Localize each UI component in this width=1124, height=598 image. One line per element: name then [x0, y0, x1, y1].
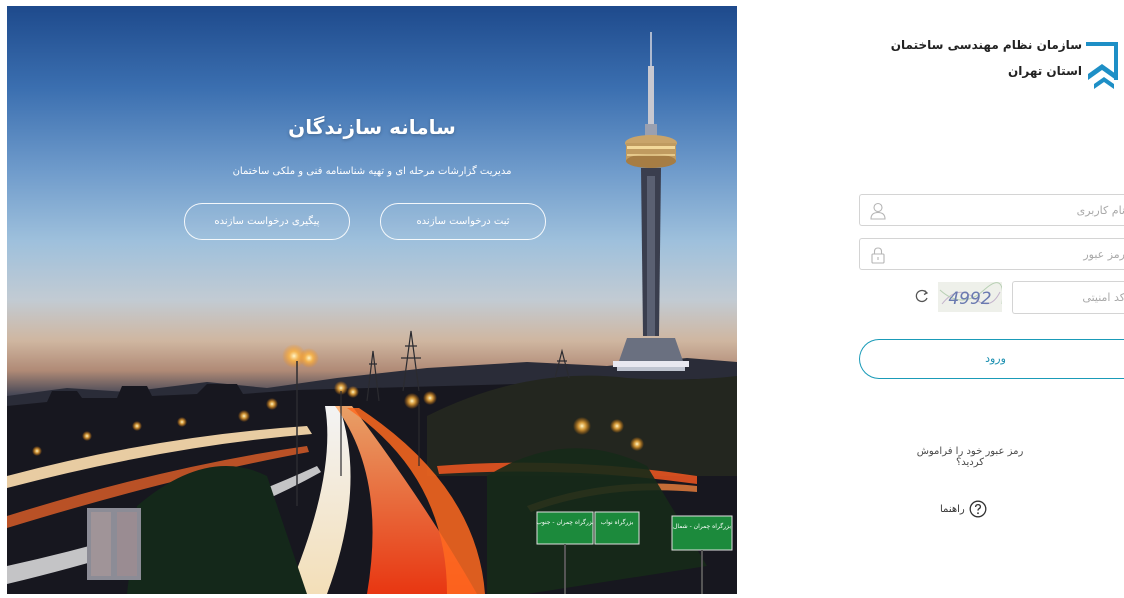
help-label: راهنما: [940, 503, 965, 515]
password-field[interactable]: [859, 238, 1124, 270]
hero-title: سامانه سازندگان: [288, 115, 456, 139]
logo-title-line1: سازمان نظام مهندسی ساختمان: [890, 38, 1082, 52]
forgot-password-link[interactable]: رمز عبور خود را فراموش کردید؟: [905, 446, 1035, 468]
road-sign-3-text: بزرگراه چمران - شمال: [673, 522, 731, 530]
organization-logo: سازمان نظام مهندسی ساختمان استان تهران: [875, 30, 1120, 100]
refresh-captcha-icon[interactable]: [914, 288, 930, 304]
lock-icon: [871, 247, 885, 264]
captcha-text: 4992: [948, 289, 991, 309]
logo-title-line2: استان تهران: [1008, 64, 1082, 78]
hero-banner: بزرگراه چمران - جنوب بزرگراه نواب بزرگرا…: [7, 6, 737, 594]
username-input[interactable]: [896, 195, 1124, 225]
username-field[interactable]: [859, 194, 1124, 226]
password-input[interactable]: [896, 239, 1124, 269]
help-icon: [969, 500, 987, 518]
road-sign-2-text: بزرگراه نواب: [601, 518, 634, 526]
captcha-field[interactable]: [1012, 281, 1124, 314]
track-request-button[interactable]: پیگیری درخواست سازنده: [184, 203, 350, 240]
login-page: بزرگراه چمران - جنوب بزرگراه نواب بزرگرا…: [0, 0, 1124, 598]
captcha-image: 4992: [938, 282, 1002, 312]
city-night-photo: بزرگراه چمران - جنوب بزرگراه نواب بزرگرا…: [7, 32, 737, 594]
user-icon: [870, 202, 886, 220]
register-builder-button[interactable]: ثبت درخواست سازنده: [380, 203, 546, 240]
login-button[interactable]: ورود: [859, 339, 1124, 379]
logo-mark-icon: [1086, 42, 1118, 89]
hero-subtitle: مدیریت گزارشات مرحله ای و تهیه شناسنامه …: [232, 166, 512, 177]
captcha-input[interactable]: [1013, 282, 1124, 313]
help-link[interactable]: راهنما: [940, 500, 987, 518]
milad-tower: [613, 32, 689, 371]
road-sign-1-text: بزرگراه چمران - جنوب: [536, 518, 594, 526]
